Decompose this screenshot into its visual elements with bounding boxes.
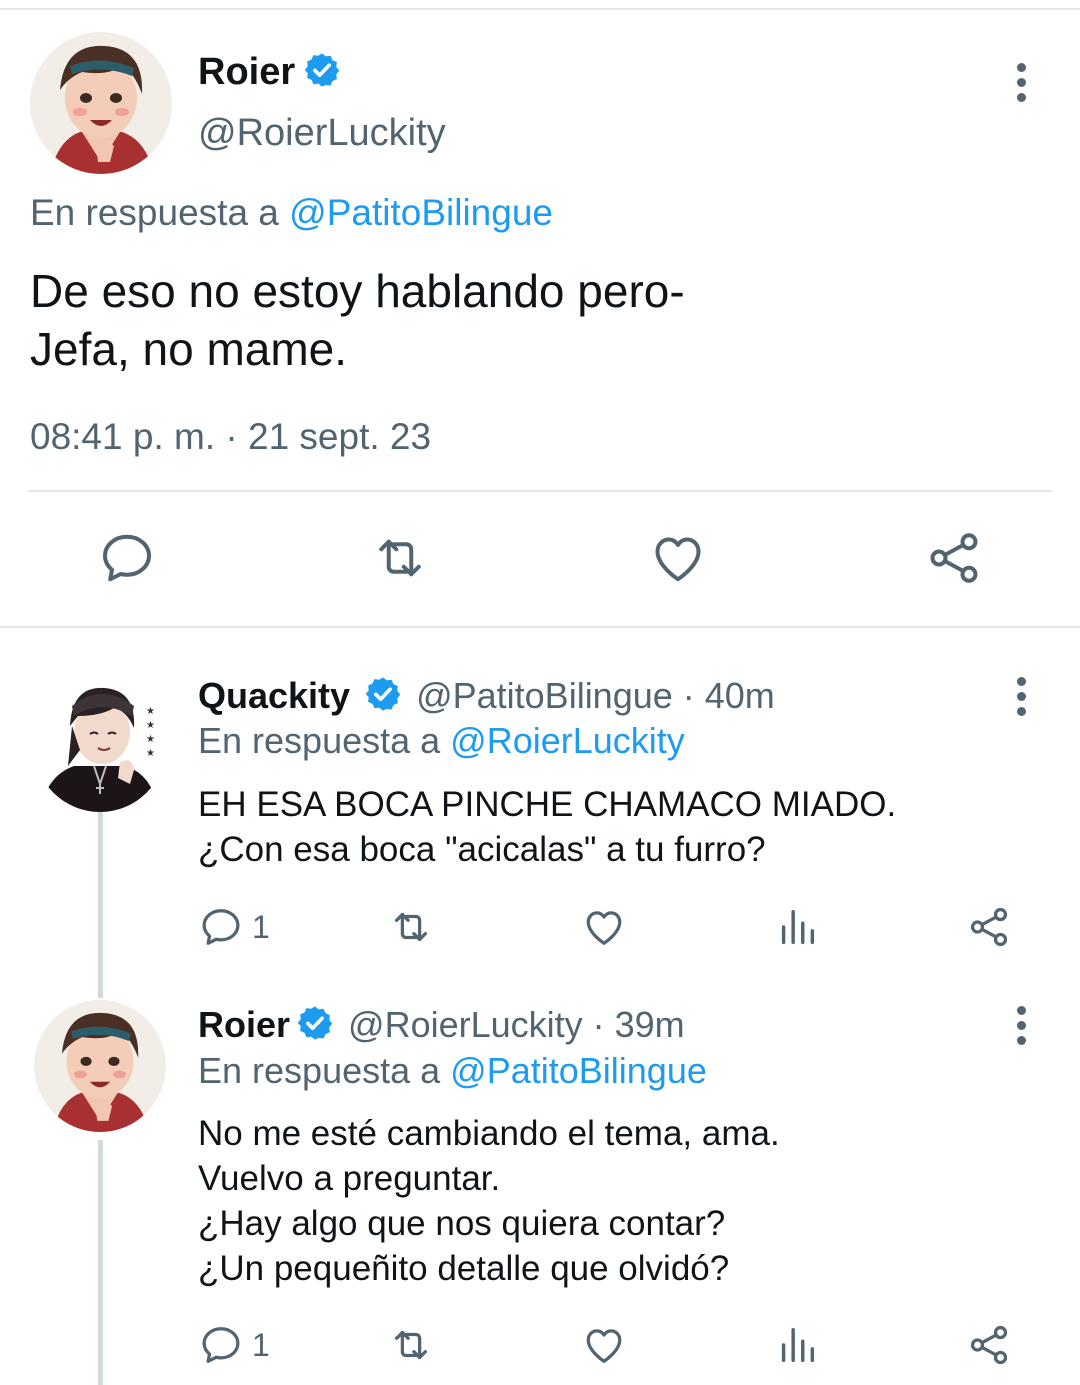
reply-mention-link[interactable]: @PatitoBilingue [289,192,553,233]
reply-context: En respuesta a @PatitoBilingue [30,192,553,234]
reply-handle-time[interactable]: @RoierLuckity · 39m [348,1004,685,1046]
retweet-icon[interactable] [386,904,436,950]
reply-action-bar: 1 [0,1322,1080,1372]
verified-badge-icon [296,1004,334,1047]
reply-context: En respuesta a @RoierLuckity [198,720,685,762]
reply-button[interactable]: 1 [198,904,270,950]
reply-text: EH ESA BOCA PINCHE CHAMACO MIADO. ¿Con e… [198,782,896,872]
tweet-thread-screen: Roier @RoierLuckity En respuesta a @Pati… [0,0,1080,1385]
like-icon[interactable] [580,904,628,950]
reply-author-name[interactable]: Quackity [198,675,350,717]
reply-icon [202,1327,240,1363]
share-icon[interactable] [924,528,984,588]
reply-mention-link[interactable]: @RoierLuckity [450,720,685,761]
retweet-icon[interactable] [386,1322,436,1368]
reply-count: 1 [252,908,270,945]
tweet-text-line: Jefa, no mame. [30,323,348,375]
reply-mention-link[interactable]: @PatitoBilingue [450,1050,707,1091]
reply-prefix: En respuesta a [198,720,441,761]
reply-text-line: Vuelvo a preguntar. [198,1159,501,1198]
reply-text-line: ¿Con esa boca "acicalas" a tu furro? [198,830,766,869]
reply-prefix: En respuesta a [198,1050,441,1091]
like-icon[interactable] [648,528,708,588]
top-divider [0,8,1080,10]
reply-text-line: No me esté cambiando el tema, ama. [198,1114,780,1153]
reply-action-bar: 1 [0,904,1080,954]
svg-text:★: ★ [146,734,155,745]
svg-text:★: ★ [146,720,155,731]
reply-author-row: Roier @RoierLuckity · 39m [198,1003,685,1047]
reply-button[interactable]: 1 [198,1322,270,1368]
like-icon[interactable] [580,1322,628,1368]
tweet-timestamp[interactable]: 08:41 p. m. · 21 sept. 23 [30,416,431,458]
roier-avatar[interactable] [34,1000,166,1132]
quackity-avatar[interactable]: ★ ★ ★ ★ [34,680,166,812]
reply-text-line: ¿Hay algo que nos quiera contar? [198,1204,726,1243]
reply-handle-time[interactable]: @PatitoBilingue · 40m [416,675,775,717]
reply-text: No me esté cambiando el tema, ama. Vuelv… [198,1111,780,1291]
tweet-action-bar [0,528,1080,592]
tweet-text: De eso no estoy hablando pero- Jefa, no … [30,262,685,378]
retweet-icon[interactable] [370,528,430,588]
reply-author-row: Quackity @PatitoBilingue · 40m [198,674,775,718]
reply-icon [202,909,240,945]
svg-text:★: ★ [146,748,155,759]
author-row: Roier [198,50,341,94]
reply-icon[interactable] [97,528,157,588]
divider [28,490,1052,492]
author-handle[interactable]: @RoierLuckity [198,112,446,155]
tweet-text-line: De eso no estoy hablando pero- [30,265,685,317]
share-icon[interactable] [966,1322,1012,1368]
reply-author-name[interactable]: Roier [198,1004,290,1046]
verified-badge-icon [364,675,402,718]
more-options-icon[interactable] [1011,63,1031,108]
reply-text-line: EH ESA BOCA PINCHE CHAMACO MIADO. [198,785,897,824]
svg-text:★: ★ [146,706,155,717]
reply-text-line: ¿Un pequeñito detalle que olvidó? [198,1249,730,1288]
more-options-icon[interactable] [1011,677,1031,722]
more-options-icon[interactable] [1011,1006,1031,1051]
share-icon[interactable] [966,904,1012,950]
views-icon[interactable] [774,1322,820,1368]
roier-avatar[interactable] [30,32,172,174]
reply-count: 1 [252,1326,270,1363]
section-divider [0,626,1080,628]
author-name[interactable]: Roier [198,51,295,94]
verified-badge-icon [303,51,341,94]
views-icon[interactable] [774,904,820,950]
reply-prefix: En respuesta a [30,192,279,233]
reply-context: En respuesta a @PatitoBilingue [198,1050,707,1092]
